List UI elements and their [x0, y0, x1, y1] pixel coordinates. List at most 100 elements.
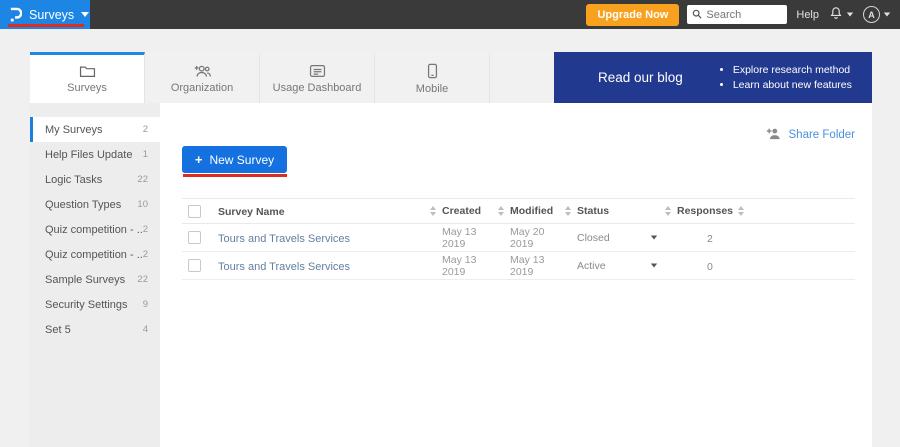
- tab-organization[interactable]: Organization: [145, 52, 260, 103]
- new-survey-button[interactable]: + New Survey: [182, 146, 287, 173]
- row-checkbox-cell: [182, 231, 218, 244]
- sidebar-item-my-surveys[interactable]: My Surveys 2: [30, 117, 160, 142]
- notifications-menu[interactable]: [829, 5, 854, 25]
- search-input[interactable]: [706, 9, 778, 21]
- sort-icon[interactable]: [498, 206, 505, 216]
- folder-icon: [79, 64, 96, 78]
- row-created-cell: May 13 2019: [430, 226, 498, 250]
- tab-label: Organization: [171, 82, 233, 94]
- upgrade-now-button[interactable]: Upgrade Now: [586, 4, 679, 26]
- annotation-underline-new-survey: [183, 174, 287, 177]
- sidebar-item-count: 22: [137, 274, 148, 285]
- table-row: Tours and Travels Services May 13 2019 M…: [182, 252, 855, 280]
- annotation-underline-logo: [8, 24, 84, 27]
- header-modified[interactable]: Modified: [498, 205, 565, 217]
- survey-name-link[interactable]: Tours and Travels Services: [218, 233, 350, 245]
- sort-icon[interactable]: [738, 206, 745, 216]
- sort-icon[interactable]: [430, 206, 437, 216]
- banner-bullet: Learn about new features: [733, 79, 852, 91]
- tab-label: Mobile: [416, 83, 448, 95]
- column-label: Status: [577, 205, 609, 217]
- dashboard-icon: [309, 64, 326, 78]
- sidebar-item-label: Set 5: [45, 324, 71, 336]
- tab-usage-dashboard[interactable]: Usage Dashboard: [260, 52, 375, 103]
- sidebar-item-sample-surveys[interactable]: Sample Surveys 22: [30, 267, 160, 292]
- row-modified-cell: May 13 2019: [498, 254, 565, 278]
- tab-mobile[interactable]: Mobile: [375, 52, 490, 103]
- bell-icon: [829, 5, 843, 25]
- modified-date: May 20 2019: [498, 226, 565, 250]
- created-date: May 13 2019: [430, 226, 498, 250]
- created-date: May 13 2019: [430, 254, 498, 278]
- sidebar-item-count: 9: [143, 299, 148, 310]
- sidebar-item-set-5[interactable]: Set 5 4: [30, 317, 160, 342]
- row-created-cell: May 13 2019: [430, 254, 498, 278]
- sidebar-item-count: 2: [143, 224, 148, 235]
- sidebar-item-quiz-competition-1[interactable]: Quiz competition - ... 2: [30, 217, 160, 242]
- banner-bullet-list: Explore research method Learn about new …: [719, 61, 852, 94]
- main-panel: Share Folder + New Survey Survey Name Cr…: [160, 103, 872, 447]
- chevron-down-icon: [81, 12, 89, 17]
- search-box[interactable]: [687, 5, 787, 24]
- sidebar-item-help-files-update[interactable]: Help Files Update 1: [30, 142, 160, 167]
- mobile-icon: [427, 63, 438, 79]
- status-value: Closed: [577, 232, 610, 244]
- content-card: My Surveys 2 Help Files Update 1 Logic T…: [30, 103, 872, 447]
- banner-title: Read our blog: [598, 70, 683, 85]
- header-survey-name[interactable]: Survey Name: [218, 202, 430, 220]
- proprofs-logo-icon: [9, 6, 22, 23]
- header-responses[interactable]: Responses: [665, 205, 765, 217]
- column-label: Responses: [677, 205, 733, 217]
- surveys-table: Survey Name Created Modified Status Resp…: [182, 198, 855, 280]
- sidebar-item-label: Question Types: [45, 199, 121, 211]
- sidebar-item-quiz-competition-2[interactable]: Quiz competition - ... 2: [30, 242, 160, 267]
- sidebar-item-count: 2: [143, 124, 148, 135]
- column-label: Modified: [510, 205, 553, 217]
- row-responses-cell: 0: [665, 257, 713, 275]
- table-row: Tours and Travels Services May 13 2019 M…: [182, 224, 855, 252]
- sidebar-item-count: 10: [137, 199, 148, 210]
- sidebar-item-count: 4: [143, 324, 148, 335]
- sidebar-item-security-settings[interactable]: Security Settings 9: [30, 292, 160, 317]
- sidebar-item-count: 2: [143, 249, 148, 260]
- tab-surveys[interactable]: Surveys: [30, 52, 145, 103]
- sort-icon[interactable]: [665, 206, 672, 216]
- app-logo-menu[interactable]: Surveys: [0, 0, 90, 29]
- new-survey-label: New Survey: [209, 153, 274, 167]
- header-checkbox-cell: [182, 205, 218, 218]
- row-responses-cell: 2: [665, 229, 713, 247]
- status-dropdown-icon[interactable]: [651, 264, 657, 268]
- sidebar-item-question-types[interactable]: Question Types 10: [30, 192, 160, 217]
- status-dropdown-icon[interactable]: [651, 236, 657, 240]
- select-all-checkbox[interactable]: [188, 205, 201, 218]
- header-status[interactable]: Status: [565, 205, 665, 217]
- sidebar-item-logic-tasks[interactable]: Logic Tasks 22: [30, 167, 160, 192]
- share-folder-label: Share Folder: [789, 129, 855, 141]
- row-checkbox[interactable]: [188, 259, 201, 272]
- sidebar-item-label: My Surveys: [45, 124, 102, 136]
- column-label: Created: [442, 205, 481, 217]
- sidebar-item-count: 1: [143, 149, 148, 160]
- sidebar-item-label: Quiz competition - ...: [45, 224, 143, 236]
- sidebar-item-count: 22: [137, 174, 148, 185]
- chevron-down-icon: [884, 13, 890, 17]
- sidebar-item-label: Logic Tasks: [45, 174, 102, 186]
- sidebar-item-label: Quiz competition - ...: [45, 249, 143, 261]
- row-status-cell: Active: [565, 260, 665, 272]
- folders-sidebar: My Surveys 2 Help Files Update 1 Logic T…: [30, 103, 160, 447]
- account-menu[interactable]: A: [863, 6, 891, 23]
- add-group-icon: [193, 64, 212, 78]
- tab-strip-filler: [490, 52, 554, 103]
- blog-banner[interactable]: Read our blog Explore research method Le…: [554, 52, 872, 103]
- header-created[interactable]: Created: [430, 205, 498, 217]
- row-checkbox[interactable]: [188, 231, 201, 244]
- responses-count: 2: [665, 233, 713, 245]
- help-link[interactable]: Help: [796, 9, 819, 21]
- row-name-cell: Tours and Travels Services: [218, 229, 430, 247]
- sort-icon[interactable]: [565, 206, 572, 216]
- status-value: Active: [577, 260, 606, 272]
- survey-name-link[interactable]: Tours and Travels Services: [218, 261, 350, 273]
- search-icon: [692, 6, 702, 24]
- share-folder-link[interactable]: Share Folder: [766, 127, 855, 143]
- add-user-icon: [766, 127, 782, 143]
